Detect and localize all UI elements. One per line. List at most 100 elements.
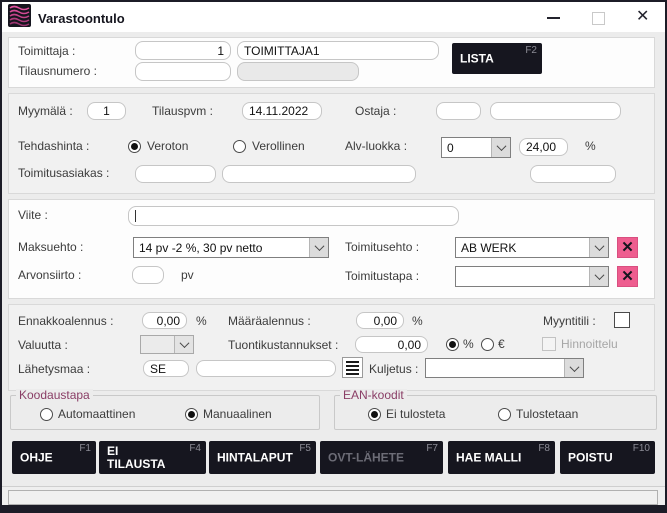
toimitusehto-label: Toimitusehto : bbox=[345, 240, 419, 255]
maksuehto-label: Maksuehto : bbox=[18, 240, 83, 255]
chevron-down-icon bbox=[594, 241, 604, 251]
lahetysmaa-name-input[interactable] bbox=[196, 360, 336, 377]
toimitustapa-value bbox=[456, 267, 589, 286]
maximize-button[interactable] bbox=[592, 12, 605, 25]
lahetysmaa-input[interactable]: SE bbox=[143, 360, 189, 377]
ohje-button[interactable]: F1 OHJE bbox=[12, 441, 96, 474]
maksuehto-dropdown-arrow[interactable] bbox=[309, 238, 328, 257]
country-list-button[interactable] bbox=[342, 357, 363, 378]
tilauspvm-label: Tilauspvm : bbox=[152, 104, 213, 119]
titlebar: Varastoontulo ✕ bbox=[2, 2, 665, 32]
poistu-fkey: F10 bbox=[633, 443, 650, 454]
ovt-lahete-fkey: F7 bbox=[426, 443, 438, 454]
hintalaput-fkey: F5 bbox=[299, 443, 311, 454]
tuontikustannukset-percent-label: % bbox=[463, 337, 474, 352]
veroton-radio[interactable] bbox=[128, 140, 141, 153]
myymala-label: Myymälä : bbox=[18, 104, 73, 119]
alv-luokka-select[interactable]: 0 bbox=[441, 137, 511, 158]
toimitustapa-label: Toimitustapa : bbox=[345, 269, 419, 284]
hae-malli-button[interactable]: F8 HAE MALLI bbox=[448, 441, 555, 474]
arvonsiirto-label: Arvonsiirto : bbox=[18, 268, 81, 283]
ovt-lahete-button: F7 OVT-LÄHETE bbox=[320, 441, 443, 474]
toimittaja-name-input[interactable]: TOIMITTAJA1 bbox=[237, 41, 439, 60]
manuaalinen-label: Manuaalinen bbox=[203, 407, 272, 422]
minimize-icon bbox=[547, 17, 560, 19]
alv-luokka-label: Alv-luokka : bbox=[345, 139, 407, 154]
lista-button[interactable]: F2 LISTA bbox=[452, 43, 542, 74]
ohje-fkey: F1 bbox=[79, 443, 91, 454]
toimitusasiakas-code-input[interactable] bbox=[135, 165, 216, 183]
toimitusasiakas-name-input[interactable] bbox=[222, 165, 416, 183]
close-icon: ✕ bbox=[636, 8, 649, 25]
manuaalinen-radio[interactable] bbox=[185, 408, 198, 421]
automaattinen-radio[interactable] bbox=[40, 408, 53, 421]
tuontikustannukset-euro-label: € bbox=[498, 337, 505, 352]
toimittaja-code-input[interactable]: 1 bbox=[135, 41, 231, 60]
valuutta-dropdown-arrow bbox=[174, 336, 193, 353]
clear-toimitusehto-button[interactable]: ✕ bbox=[617, 237, 638, 258]
ei-tilausta-fkey: F4 bbox=[189, 443, 201, 454]
kuljetus-dropdown-arrow[interactable] bbox=[564, 359, 583, 377]
toimitusasiakas-extra-input[interactable] bbox=[530, 165, 616, 183]
ennakkoalennus-input[interactable]: 0,00 bbox=[142, 312, 187, 329]
tuontikustannukset-percent-radio[interactable] bbox=[446, 338, 459, 351]
status-field bbox=[8, 490, 658, 505]
kuljetus-select[interactable] bbox=[425, 358, 584, 378]
tilausnumero-input[interactable] bbox=[135, 62, 231, 81]
hinnoittelu-checkbox bbox=[542, 337, 556, 351]
alv-percent-input[interactable]: 24,00 bbox=[519, 138, 568, 156]
myymala-input[interactable]: 1 bbox=[87, 102, 126, 120]
viite-label: Viite : bbox=[18, 208, 48, 223]
window-title: Varastoontulo bbox=[38, 11, 125, 26]
clear-x-icon: ✕ bbox=[621, 269, 634, 284]
chevron-down-icon bbox=[569, 362, 579, 372]
tilauspvm-input[interactable]: 14.11.2022 bbox=[242, 102, 322, 120]
ostaja-code-input[interactable] bbox=[436, 102, 481, 120]
hintalaput-button[interactable]: F5 HINTALAPUT bbox=[209, 441, 316, 474]
maaraalennus-input[interactable]: 0,00 bbox=[356, 312, 404, 329]
viite-input[interactable] bbox=[128, 206, 459, 226]
ohje-label: OHJE bbox=[20, 451, 53, 464]
verollinen-radio[interactable] bbox=[233, 140, 246, 153]
maaraalennus-label: Määräalennus : bbox=[228, 314, 311, 329]
veroton-label: Veroton bbox=[147, 139, 188, 154]
ennakkoalennus-label: Ennakkoalennus : bbox=[18, 314, 113, 329]
tulostetaan-radio[interactable] bbox=[498, 408, 511, 421]
toimitustapa-select[interactable] bbox=[455, 266, 609, 287]
tulostetaan-label: Tulostetaan bbox=[516, 407, 578, 422]
clear-toimitustapa-button[interactable]: ✕ bbox=[617, 266, 638, 287]
tuontikustannukset-euro-radio[interactable] bbox=[481, 338, 494, 351]
arvonsiirto-input[interactable] bbox=[132, 266, 164, 284]
maksuehto-value: 14 pv -2 %, 30 pv netto bbox=[134, 238, 309, 257]
ei-tilausta-button[interactable]: F4 EI TILAUSTA bbox=[99, 441, 206, 474]
tuontikustannukset-input[interactable]: 0,00 bbox=[355, 336, 428, 353]
close-button[interactable]: ✕ bbox=[636, 9, 649, 25]
minimize-button[interactable] bbox=[547, 17, 560, 19]
ei-tulosteta-radio[interactable] bbox=[368, 408, 381, 421]
automaattinen-label: Automaattinen bbox=[58, 407, 135, 422]
toimitusasiakas-label: Toimitusasiakas : bbox=[18, 166, 109, 181]
ostaja-name-input[interactable] bbox=[490, 102, 621, 120]
koodaustapa-title: Koodaustapa bbox=[16, 389, 93, 402]
maksuehto-select[interactable]: 14 pv -2 %, 30 pv netto bbox=[133, 237, 329, 258]
tilausnumero-extra-input bbox=[237, 62, 359, 81]
ovt-lahete-label: OVT-LÄHETE bbox=[328, 451, 404, 464]
hinnoittelu-label: Hinnoittelu bbox=[561, 337, 618, 352]
toimitusehto-dropdown-arrow[interactable] bbox=[589, 238, 608, 257]
alv-luokka-dropdown-arrow[interactable] bbox=[491, 138, 510, 157]
kuljetus-value bbox=[426, 359, 564, 377]
clear-x-icon: ✕ bbox=[621, 240, 634, 255]
toimitustapa-dropdown-arrow[interactable] bbox=[589, 267, 608, 286]
chevron-down-icon bbox=[594, 270, 604, 280]
list-icon bbox=[346, 361, 359, 375]
toimittaja-label: Toimittaja : bbox=[18, 44, 75, 59]
poistu-button[interactable]: F10 POISTU bbox=[560, 441, 655, 474]
window: Varastoontulo ✕ Toimittaja : 1 TOIMITTAJ… bbox=[0, 0, 667, 513]
chevron-down-icon bbox=[314, 241, 324, 251]
hae-malli-fkey: F8 bbox=[538, 443, 550, 454]
maaraalennus-percent-sign: % bbox=[412, 314, 423, 329]
myyntitili-checkbox[interactable] bbox=[614, 312, 630, 328]
tuontikustannukset-label: Tuontikustannukset : bbox=[228, 338, 338, 353]
myyntitili-label: Myyntitili : bbox=[543, 314, 596, 329]
toimitusehto-select[interactable]: AB WERK bbox=[455, 237, 609, 258]
